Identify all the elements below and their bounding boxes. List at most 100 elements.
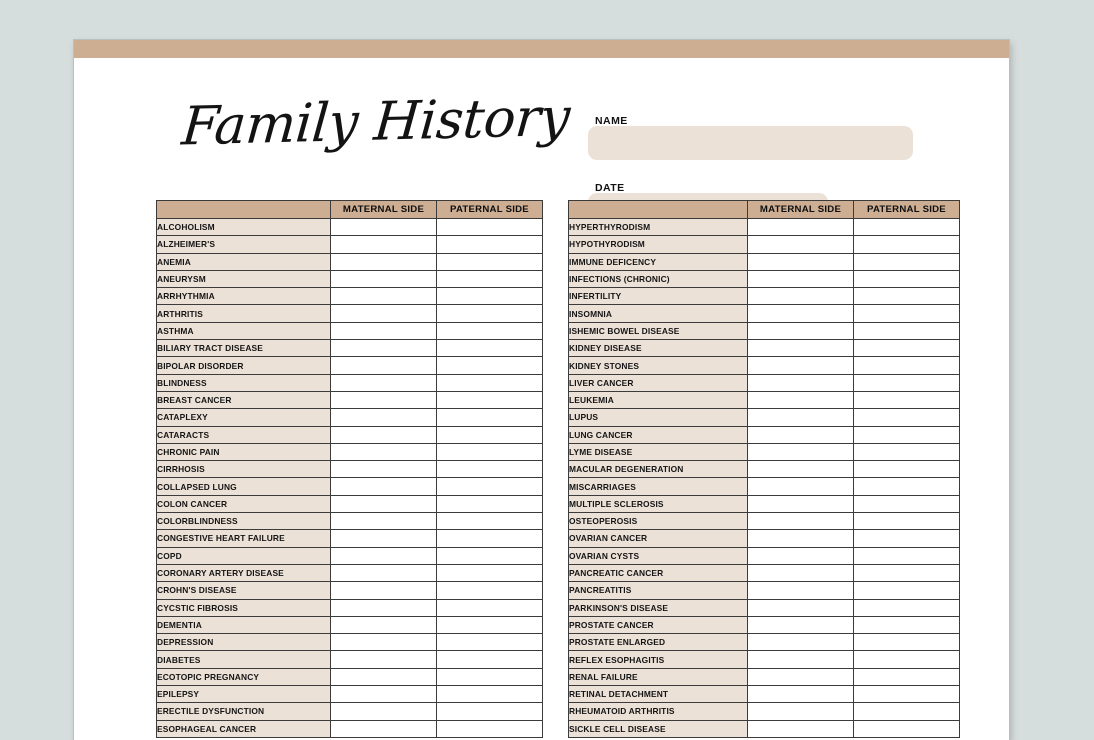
maternal-checkbox-cell[interactable]	[747, 685, 854, 704]
paternal-checkbox-cell[interactable]	[436, 390, 543, 410]
maternal-checkbox-cell[interactable]	[330, 408, 437, 427]
maternal-checkbox-cell[interactable]	[330, 321, 437, 341]
maternal-checkbox-cell[interactable]	[330, 356, 437, 375]
maternal-checkbox-cell[interactable]	[330, 252, 437, 271]
maternal-checkbox-cell[interactable]	[330, 512, 437, 531]
maternal-checkbox-cell[interactable]	[747, 598, 854, 617]
paternal-checkbox-cell[interactable]	[853, 529, 960, 548]
paternal-checkbox-cell[interactable]	[853, 269, 960, 289]
maternal-checkbox-cell[interactable]	[747, 546, 854, 565]
maternal-checkbox-cell[interactable]	[747, 529, 854, 548]
maternal-checkbox-cell[interactable]	[747, 269, 854, 289]
paternal-checkbox-cell[interactable]	[853, 321, 960, 341]
paternal-checkbox-cell[interactable]	[853, 563, 960, 583]
maternal-checkbox-cell[interactable]	[330, 269, 437, 289]
maternal-checkbox-cell[interactable]	[747, 581, 854, 600]
maternal-checkbox-cell[interactable]	[330, 667, 437, 687]
maternal-checkbox-cell[interactable]	[330, 650, 437, 669]
paternal-checkbox-cell[interactable]	[436, 685, 543, 704]
paternal-checkbox-cell[interactable]	[853, 460, 960, 479]
paternal-checkbox-cell[interactable]	[436, 563, 543, 583]
maternal-checkbox-cell[interactable]	[747, 615, 854, 635]
maternal-checkbox-cell[interactable]	[330, 563, 437, 583]
paternal-checkbox-cell[interactable]	[853, 702, 960, 721]
paternal-checkbox-cell[interactable]	[436, 546, 543, 565]
paternal-checkbox-cell[interactable]	[853, 287, 960, 306]
paternal-checkbox-cell[interactable]	[853, 719, 960, 738]
paternal-checkbox-cell[interactable]	[853, 442, 960, 462]
maternal-checkbox-cell[interactable]	[747, 477, 854, 496]
maternal-checkbox-cell[interactable]	[747, 217, 854, 237]
maternal-checkbox-cell[interactable]	[330, 217, 437, 237]
maternal-checkbox-cell[interactable]	[747, 563, 854, 583]
maternal-checkbox-cell[interactable]	[747, 650, 854, 669]
paternal-checkbox-cell[interactable]	[436, 460, 543, 479]
paternal-checkbox-cell[interactable]	[853, 633, 960, 652]
maternal-checkbox-cell[interactable]	[330, 460, 437, 479]
paternal-checkbox-cell[interactable]	[436, 667, 543, 687]
paternal-checkbox-cell[interactable]	[853, 615, 960, 635]
paternal-checkbox-cell[interactable]	[853, 425, 960, 444]
paternal-checkbox-cell[interactable]	[436, 615, 543, 635]
paternal-checkbox-cell[interactable]	[436, 235, 543, 254]
maternal-checkbox-cell[interactable]	[747, 373, 854, 392]
paternal-checkbox-cell[interactable]	[436, 252, 543, 271]
maternal-checkbox-cell[interactable]	[747, 494, 854, 514]
paternal-checkbox-cell[interactable]	[853, 598, 960, 617]
maternal-checkbox-cell[interactable]	[330, 477, 437, 496]
paternal-checkbox-cell[interactable]	[436, 581, 543, 600]
maternal-checkbox-cell[interactable]	[330, 390, 437, 410]
paternal-checkbox-cell[interactable]	[436, 633, 543, 652]
paternal-checkbox-cell[interactable]	[436, 339, 543, 358]
maternal-checkbox-cell[interactable]	[330, 529, 437, 548]
paternal-checkbox-cell[interactable]	[436, 373, 543, 392]
maternal-checkbox-cell[interactable]	[747, 460, 854, 479]
maternal-checkbox-cell[interactable]	[330, 494, 437, 514]
paternal-checkbox-cell[interactable]	[853, 650, 960, 669]
maternal-checkbox-cell[interactable]	[747, 425, 854, 444]
paternal-checkbox-cell[interactable]	[436, 408, 543, 427]
paternal-checkbox-cell[interactable]	[436, 217, 543, 237]
maternal-checkbox-cell[interactable]	[330, 598, 437, 617]
maternal-checkbox-cell[interactable]	[747, 512, 854, 531]
paternal-checkbox-cell[interactable]	[436, 719, 543, 738]
maternal-checkbox-cell[interactable]	[747, 356, 854, 375]
maternal-checkbox-cell[interactable]	[747, 252, 854, 271]
maternal-checkbox-cell[interactable]	[747, 702, 854, 721]
paternal-checkbox-cell[interactable]	[853, 546, 960, 565]
paternal-checkbox-cell[interactable]	[436, 477, 543, 496]
paternal-checkbox-cell[interactable]	[853, 356, 960, 375]
maternal-checkbox-cell[interactable]	[747, 667, 854, 687]
paternal-checkbox-cell[interactable]	[853, 373, 960, 392]
paternal-checkbox-cell[interactable]	[436, 529, 543, 548]
maternal-checkbox-cell[interactable]	[747, 633, 854, 652]
paternal-checkbox-cell[interactable]	[853, 390, 960, 410]
paternal-checkbox-cell[interactable]	[853, 304, 960, 323]
paternal-checkbox-cell[interactable]	[853, 581, 960, 600]
name-input[interactable]	[588, 126, 913, 160]
paternal-checkbox-cell[interactable]	[853, 235, 960, 254]
maternal-checkbox-cell[interactable]	[330, 235, 437, 254]
maternal-checkbox-cell[interactable]	[747, 719, 854, 738]
paternal-checkbox-cell[interactable]	[436, 425, 543, 444]
paternal-checkbox-cell[interactable]	[436, 494, 543, 514]
maternal-checkbox-cell[interactable]	[330, 615, 437, 635]
maternal-checkbox-cell[interactable]	[330, 304, 437, 323]
maternal-checkbox-cell[interactable]	[330, 373, 437, 392]
maternal-checkbox-cell[interactable]	[330, 546, 437, 565]
maternal-checkbox-cell[interactable]	[747, 304, 854, 323]
maternal-checkbox-cell[interactable]	[747, 408, 854, 427]
paternal-checkbox-cell[interactable]	[436, 442, 543, 462]
paternal-checkbox-cell[interactable]	[436, 650, 543, 669]
maternal-checkbox-cell[interactable]	[747, 339, 854, 358]
paternal-checkbox-cell[interactable]	[853, 667, 960, 687]
maternal-checkbox-cell[interactable]	[330, 581, 437, 600]
paternal-checkbox-cell[interactable]	[436, 321, 543, 341]
paternal-checkbox-cell[interactable]	[853, 494, 960, 514]
paternal-checkbox-cell[interactable]	[436, 304, 543, 323]
paternal-checkbox-cell[interactable]	[436, 512, 543, 531]
maternal-checkbox-cell[interactable]	[747, 321, 854, 341]
maternal-checkbox-cell[interactable]	[747, 287, 854, 306]
paternal-checkbox-cell[interactable]	[853, 477, 960, 496]
maternal-checkbox-cell[interactable]	[747, 442, 854, 462]
